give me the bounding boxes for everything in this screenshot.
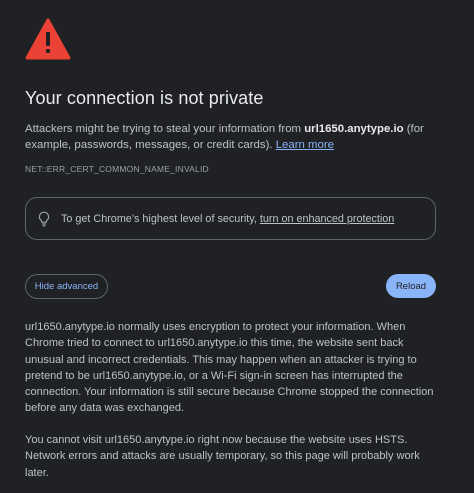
protection-prefix: To get Chrome’s highest level of securit… [61, 212, 260, 225]
main-description: Attackers might be trying to steal your … [25, 121, 455, 153]
description-host: url1650.anytype.io [304, 123, 404, 135]
description-prefix: Attackers might be trying to steal your … [25, 123, 305, 135]
details-paragraph-2: You cannot visit url1650.anytype.io righ… [25, 434, 420, 479]
learn-more-link[interactable]: Learn more [276, 139, 334, 151]
reload-button[interactable]: Reload [386, 274, 436, 298]
lightbulb-icon [37, 211, 51, 227]
hide-advanced-button[interactable]: Hide advanced [25, 274, 108, 299]
warning-triangle-icon [25, 18, 71, 60]
enhanced-protection-link[interactable]: turn on enhanced protection [260, 213, 394, 225]
protection-text: To get Chrome’s highest level of securit… [61, 213, 394, 225]
error-code: NET::ERR_CERT_COMMON_NAME_INVALID [25, 164, 209, 174]
enhanced-protection-promo: To get Chrome’s highest level of securit… [25, 197, 436, 240]
interstitial-page: Your connection is not private Attackers… [0, 0, 474, 493]
details-paragraph-1: url1650.anytype.io normally uses encrypt… [25, 321, 434, 415]
page-title: Your connection is not private [25, 88, 264, 108]
